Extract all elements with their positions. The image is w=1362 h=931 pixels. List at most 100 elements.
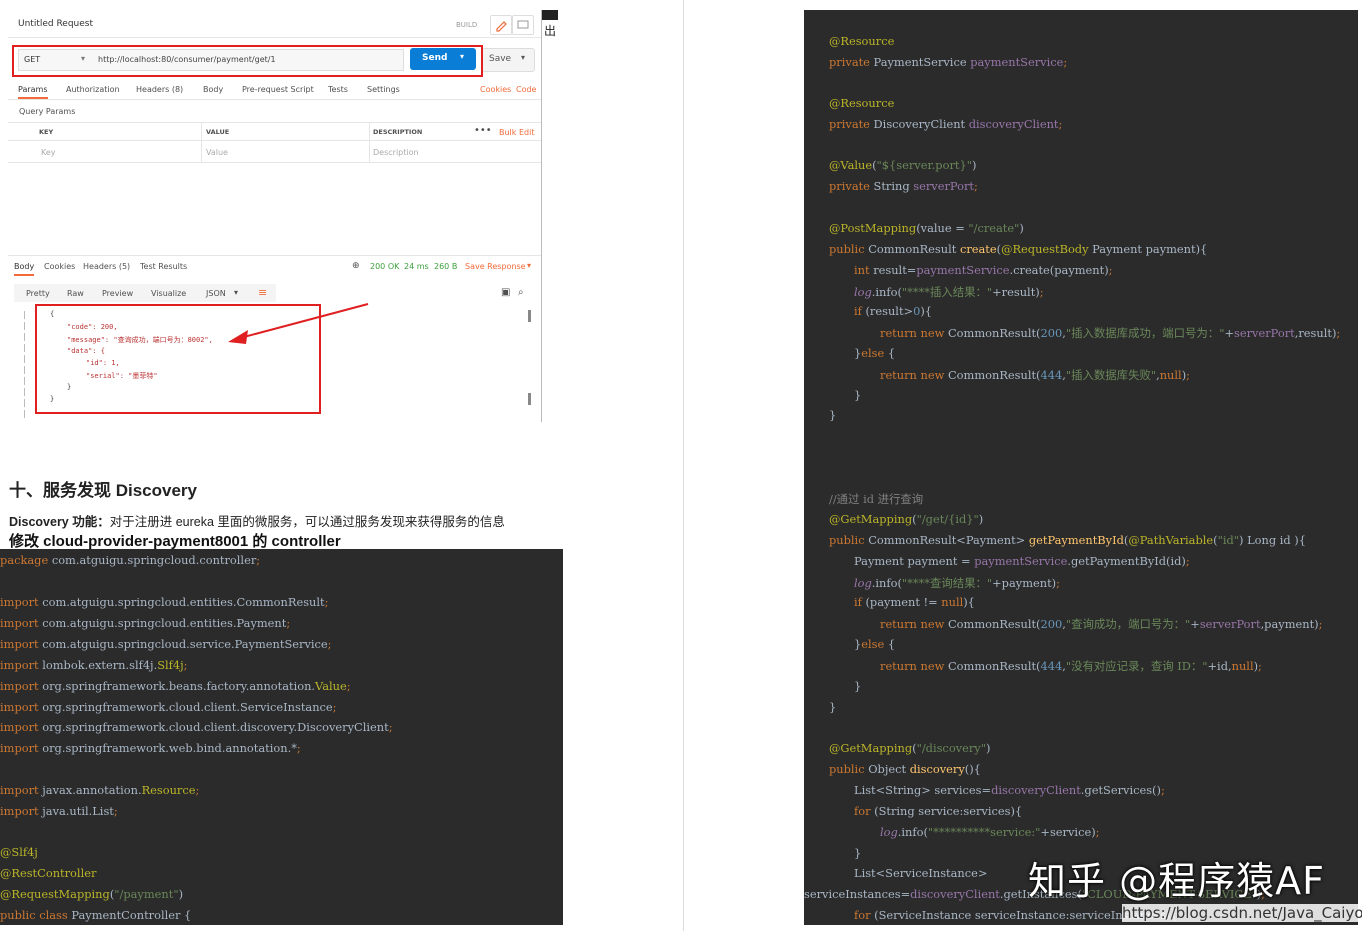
tab-authorization[interactable]: Authorization	[66, 85, 120, 94]
view-tab-preview[interactable]: Preview	[102, 289, 133, 298]
code-line: @RequestMapping("/payment")	[0, 887, 184, 901]
code-line: return new CommonResult(444,"插入数据库失败",nu…	[880, 368, 1190, 382]
col-divider	[369, 122, 370, 162]
comment-icon[interactable]	[512, 15, 534, 35]
line-gutter	[16, 308, 32, 418]
section-heading: 十、服务发现 Discovery	[9, 481, 197, 500]
code-line: @GetMapping("/discovery")	[829, 741, 991, 755]
tab-params[interactable]: Params	[18, 85, 48, 99]
code-line: log.info("**********service:"+service);	[880, 825, 1100, 839]
code-line: import com.atguigu.springcloud.entities.…	[0, 616, 291, 630]
code-line: public class PaymentController {	[0, 908, 192, 922]
code-line: }	[829, 700, 837, 714]
code-line: package com.atguigu.springcloud.controll…	[0, 553, 261, 567]
code-line: }	[829, 408, 837, 422]
globe-icon: ⊕	[352, 261, 360, 271]
code-line: public Object discovery(){	[829, 762, 981, 776]
cropped-text: 出	[544, 24, 557, 38]
code-line: @Resource	[829, 96, 895, 110]
code-line: }	[854, 679, 862, 693]
view-tab-visualize[interactable]: Visualize	[151, 289, 186, 298]
tab-headers[interactable]: Headers (8)	[136, 85, 183, 94]
code-line: import org.springframework.web.bind.anno…	[0, 741, 301, 755]
code-line: import org.springframework.cloud.client.…	[0, 700, 337, 714]
save-response-button[interactable]: Save Response	[465, 262, 526, 271]
code-line: return new CommonResult(444,"没有对应记录，查询 I…	[880, 659, 1262, 673]
chevron-down-icon: ▾	[521, 53, 526, 62]
save-button[interactable]: Save ▾	[481, 48, 535, 72]
tabs-separator	[8, 99, 542, 100]
table-header-line	[8, 140, 542, 141]
copy-icon[interactable]: ▣	[501, 287, 510, 298]
resp-tab-headers[interactable]: Headers (5)	[83, 262, 130, 271]
tab-tests[interactable]: Tests	[328, 85, 348, 94]
csdn-watermark: https://blog.csdn.net/Java_Caiyo	[1122, 904, 1362, 922]
search-icon[interactable]: ⌕	[518, 287, 524, 298]
code-line: public CommonResult<Payment> getPaymentB…	[829, 533, 1306, 547]
scrollbar-thumb[interactable]	[528, 393, 531, 405]
wrap-lines-icon[interactable]: ≡	[258, 286, 267, 299]
code-line: import javax.annotation.Resource;	[0, 783, 200, 797]
code-line: }	[854, 846, 862, 860]
code-line: return new CommonResult(200,"插入数据库成功，端口号…	[880, 326, 1341, 340]
description-input[interactable]: Description	[373, 148, 419, 157]
key-input[interactable]: Key	[41, 148, 56, 157]
code-line: import com.atguigu.springcloud.service.P…	[0, 637, 332, 651]
table-row-line	[8, 162, 542, 163]
response-time: 24 ms	[404, 262, 429, 271]
sub-heading: 修改 cloud-provider-payment8001 的 controll…	[9, 533, 341, 550]
code-line: @PostMapping(value = "/create")	[829, 221, 1024, 235]
code-line: List<String> services=discoveryClient.ge…	[854, 783, 1165, 797]
code-link[interactable]: Code	[516, 85, 536, 94]
more-options-icon[interactable]: •••	[474, 125, 492, 136]
code-line: }else {	[854, 346, 896, 360]
header-separator	[8, 37, 542, 38]
col-divider	[201, 122, 202, 162]
code-line: import org.springframework.cloud.client.…	[0, 720, 393, 734]
resp-tab-cookies[interactable]: Cookies	[44, 262, 75, 271]
code-line: log.info("****查询结果："+payment);	[854, 576, 1060, 590]
edit-icon[interactable]	[490, 15, 512, 35]
code-line: }	[854, 388, 862, 402]
col-key: KEY	[39, 128, 54, 136]
code-line: if (payment != null){	[854, 595, 975, 609]
code-line: @Resource	[829, 34, 895, 48]
code-line: if (result>0){	[854, 304, 933, 318]
code-line: //通过 id 进行查询	[829, 492, 924, 506]
code-line: private String serverPort;	[829, 179, 978, 193]
code-block-right: @Resource private PaymentService payment…	[804, 10, 1358, 925]
tab-pre-request-script[interactable]: Pre-request Script	[242, 85, 314, 94]
build-label: BUILD	[456, 21, 478, 29]
code-line: public CommonResult create(@RequestBody …	[829, 242, 1208, 256]
value-input[interactable]: Value	[206, 148, 228, 157]
query-params-label: Query Params	[19, 107, 76, 116]
chevron-down-icon: ▾	[234, 288, 239, 297]
red-arrow	[228, 303, 369, 344]
resp-tab-test-results[interactable]: Test Results	[140, 262, 187, 271]
code-line: import org.springframework.beans.factory…	[0, 679, 351, 693]
bulk-edit-link[interactable]: Bulk Edit	[499, 128, 534, 137]
code-line: import lombok.extern.slf4j.Slf4j;	[0, 658, 188, 672]
scrollbar-thumb[interactable]	[528, 310, 531, 322]
zhihu-watermark: 知乎 @程序猿AF	[1028, 859, 1325, 903]
code-line: for (String service:services){	[854, 804, 1023, 818]
col-value: VALUE	[206, 128, 230, 136]
postman-screenshot: Untitled Request BUILD GET ▾ http://loca…	[8, 10, 542, 422]
format-select[interactable]: JSON	[206, 289, 226, 298]
response-separator	[8, 255, 542, 256]
view-tab-raw[interactable]: Raw	[67, 289, 84, 298]
view-tab-pretty[interactable]: Pretty	[26, 289, 50, 298]
cookies-link[interactable]: Cookies	[480, 85, 511, 94]
code-line: import java.util.List;	[0, 804, 118, 818]
code-block-left: package com.atguigu.springcloud.controll…	[0, 549, 563, 925]
status-code: 200 OK	[370, 262, 400, 271]
url-highlight-box	[12, 45, 483, 77]
code-line: }else {	[854, 637, 896, 651]
code-line: @RestController	[0, 866, 97, 880]
tab-settings[interactable]: Settings	[367, 85, 400, 94]
tab-body[interactable]: Body	[203, 85, 223, 94]
resp-tab-body[interactable]: Body	[14, 262, 35, 276]
code-line: private DiscoveryClient discoveryClient;	[829, 117, 1063, 131]
code-line: @Slf4j	[0, 845, 38, 859]
code-line: int result=paymentService.create(payment…	[854, 263, 1113, 277]
